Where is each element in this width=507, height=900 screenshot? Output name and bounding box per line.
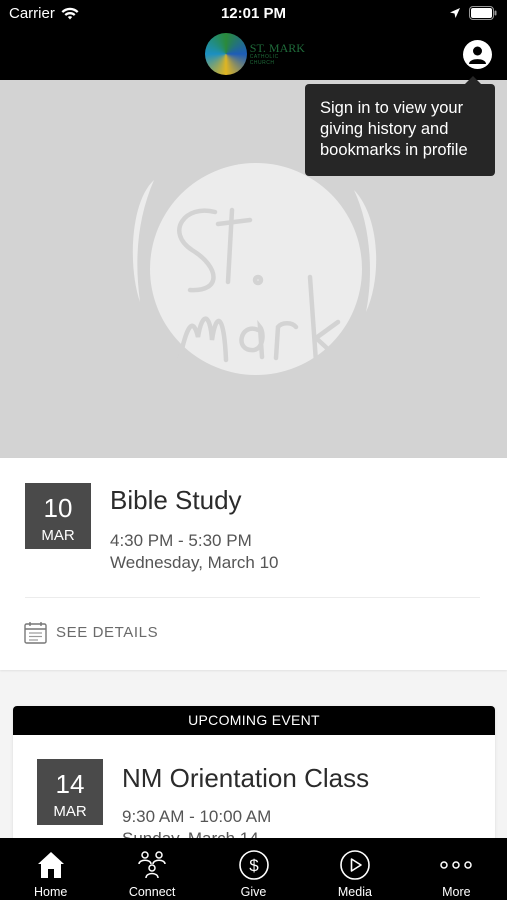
tab-give-label: Give	[240, 885, 267, 899]
logo-wordmark: ST. MARK CATHOLIC CHURCH	[250, 42, 305, 66]
app-header: ST. MARK CATHOLIC CHURCH	[0, 28, 507, 80]
tab-more[interactable]: More	[406, 838, 507, 900]
user-icon	[469, 46, 486, 64]
tab-bar: Home Connect $ Give Media More	[0, 838, 507, 900]
tab-media[interactable]: Media	[304, 838, 405, 900]
tab-connect[interactable]: Connect	[101, 838, 202, 900]
play-icon	[340, 850, 370, 880]
status-indicators	[449, 6, 497, 20]
event-card[interactable]: 10 MAR Bible Study 4:30 PM - 5:30 PM Wed…	[0, 458, 507, 670]
people-icon	[138, 851, 166, 879]
event-date-month: MAR	[41, 527, 75, 544]
tab-home[interactable]: Home	[0, 838, 101, 900]
event-title: Bible Study	[110, 485, 242, 515]
church-logo: ST. MARK CATHOLIC CHURCH	[205, 32, 305, 76]
logo-name: ST. MARK	[249, 41, 305, 55]
status-time: 12:01 PM	[220, 5, 287, 22]
upcoming-event-header: UPCOMING EVENT	[13, 706, 495, 735]
more-icon	[440, 861, 473, 869]
tab-more-label: More	[442, 885, 471, 899]
event-date-badge: 10 MAR	[25, 483, 91, 549]
profile-button[interactable]	[463, 40, 492, 69]
upcoming-date-month: MAR	[53, 803, 87, 820]
location-arrow-icon	[450, 8, 460, 18]
home-icon	[37, 852, 64, 878]
upcoming-date-day: 14	[55, 769, 85, 799]
event-day: Wednesday, March 10	[110, 553, 279, 572]
tab-media-label: Media	[337, 885, 372, 899]
tab-connect-label: Connect	[128, 885, 176, 899]
calendar-icon	[24, 622, 47, 644]
sign-in-tooltip[interactable]: Sign in to view your giving history and …	[305, 76, 495, 176]
church-watermark-logo	[132, 163, 377, 375]
logo-subtitle: CATHOLIC CHURCH	[249, 54, 279, 66]
battery-icon	[469, 6, 497, 20]
dollar-icon: $	[238, 850, 269, 880]
logo-mark	[205, 33, 247, 75]
svg-text:$: $	[249, 856, 259, 875]
tab-give[interactable]: $ Give	[203, 838, 304, 900]
upcoming-date-badge: 14 MAR	[37, 759, 103, 825]
event-time: 4:30 PM - 5:30 PM	[110, 531, 252, 550]
see-details-label: SEE DETAILS	[56, 624, 159, 641]
event-date-day: 10	[43, 493, 73, 523]
upcoming-event-title: NM Orientation Class	[122, 763, 370, 793]
upcoming-event-time: 9:30 AM - 10:00 AM	[122, 807, 272, 826]
card-divider	[25, 597, 480, 598]
status-bar: Carrier 12:01 PM	[0, 0, 507, 28]
tab-home-label: Home	[34, 885, 68, 899]
see-details-button[interactable]: SEE DETAILS	[24, 621, 158, 644]
